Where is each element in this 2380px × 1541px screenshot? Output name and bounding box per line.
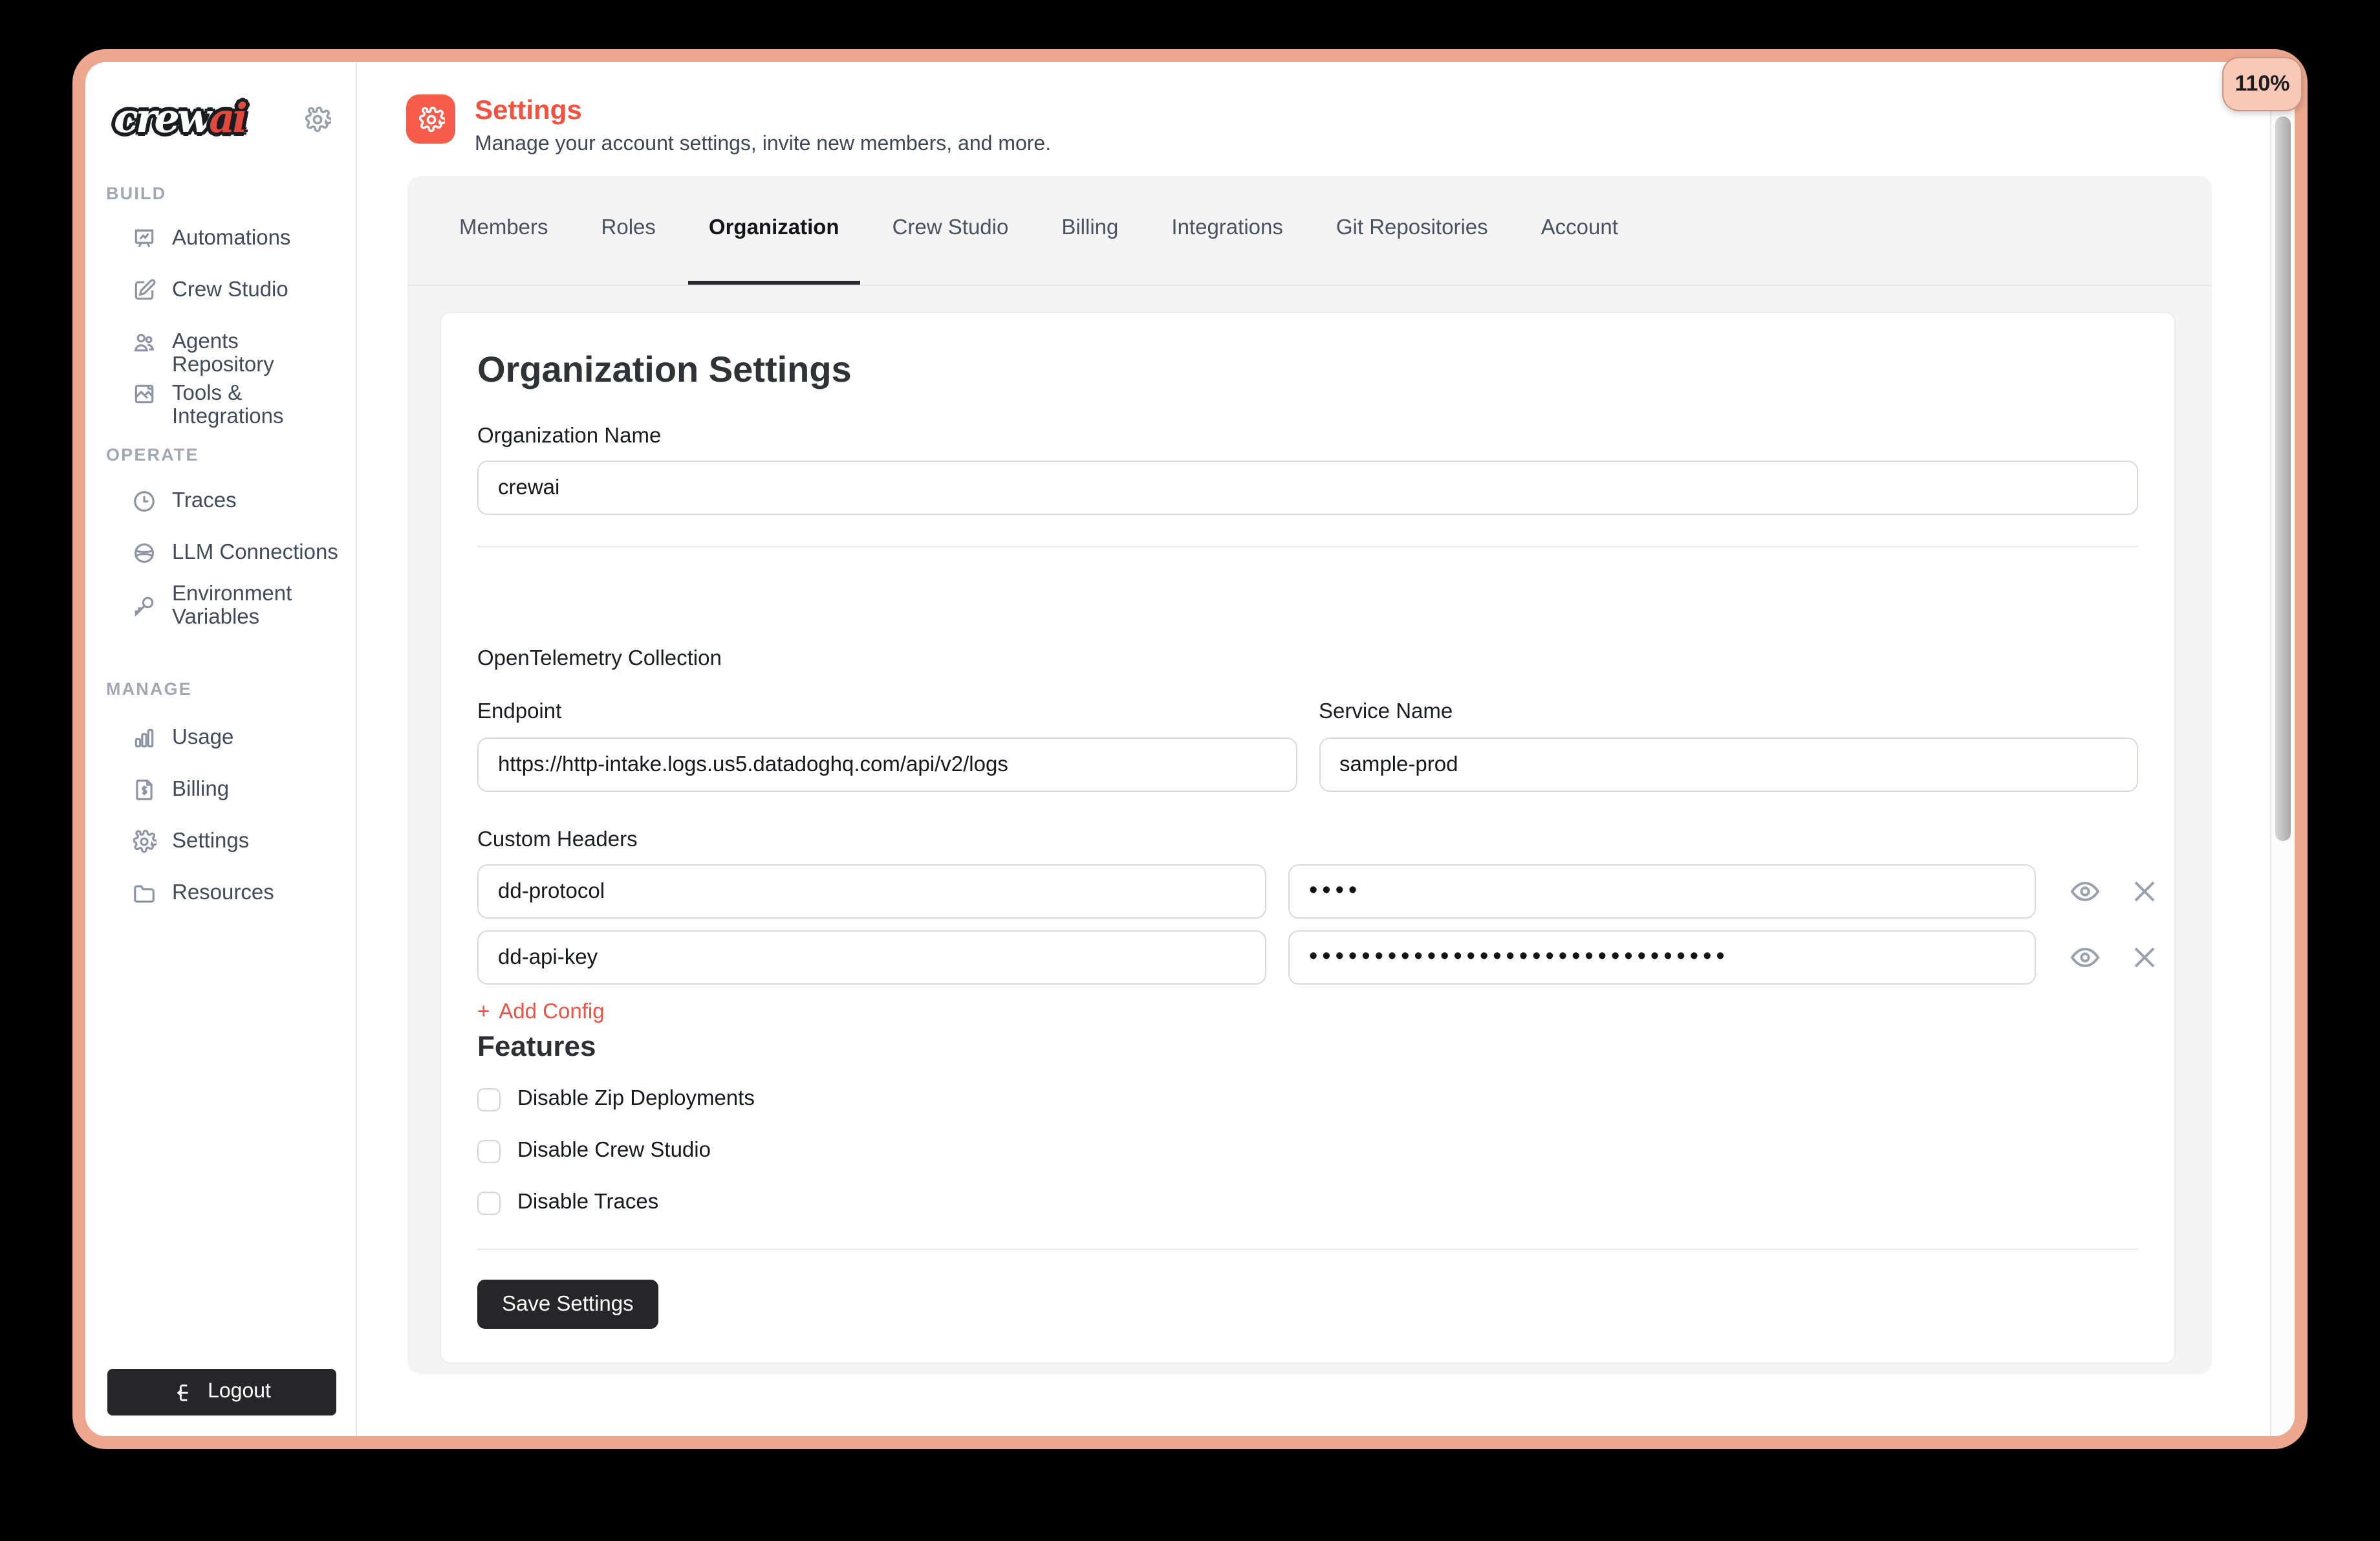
checkbox-label: Disable Zip Deployments [517, 1087, 755, 1111]
opentelemetry-label: OpenTelemetry Collection [477, 646, 2138, 672]
bar-chart-icon [132, 726, 157, 750]
edit-icon [132, 278, 157, 303]
sidebar-section-operate: OPERATE [106, 445, 199, 464]
gear-icon [132, 829, 157, 854]
add-config-button[interactable]: +Add Config [477, 1000, 605, 1025]
sidebar-item-automations[interactable]: Automations [132, 226, 341, 251]
tab-crew-studio[interactable]: Crew Studio [872, 176, 1030, 285]
sidebar-item-label: Crew Studio [172, 278, 288, 301]
sidebar-item-label: Traces [172, 489, 237, 512]
page-header: Settings Manage your account settings, i… [406, 94, 1051, 157]
organization-settings-card: Organization Settings Organization Name … [440, 312, 2176, 1364]
logout-button[interactable]: Logout [107, 1369, 336, 1415]
sidebar-item-label: Environment Variables [172, 582, 341, 629]
sidebar-item-llm-connections[interactable]: LLM Connections [132, 541, 341, 565]
organization-name-input[interactable] [477, 461, 2138, 515]
invoice-icon [132, 778, 157, 802]
checkbox[interactable] [477, 1139, 501, 1163]
image-icon [132, 382, 157, 406]
sidebar-item-label: Billing [172, 778, 229, 801]
header-key-input[interactable] [477, 930, 1266, 985]
header-value-input[interactable]: •••••••••••••••••••••••••••••••• [1288, 930, 2036, 985]
folder-icon [132, 881, 157, 906]
app-window: 110% crewai BUILD Automations Crew Studi… [72, 49, 2308, 1449]
eye-icon[interactable] [2070, 942, 2101, 973]
tab-integrations[interactable]: Integrations [1151, 176, 1303, 285]
tab-bar: Members Roles Organization Crew Studio B… [407, 176, 2212, 286]
clock-icon [132, 489, 157, 514]
settings-tile [406, 94, 455, 144]
header-key-input[interactable] [477, 864, 1266, 919]
endpoint-label: Endpoint [477, 699, 1297, 725]
custom-header-row: •••••••••••••••••••••••••••••••• [477, 930, 2138, 985]
feature-row-disable-traces[interactable]: Disable Traces [477, 1190, 2138, 1215]
tab-git-repositories[interactable]: Git Repositories [1315, 176, 1509, 285]
sidebar-item-agents-repository[interactable]: Agents Repository [132, 330, 341, 377]
sidebar-item-usage[interactable]: Usage [132, 726, 341, 750]
sidebar-item-label: Settings [172, 829, 249, 853]
sidebar-item-label: LLM Connections [172, 541, 338, 564]
crewai-logo[interactable]: crewai [114, 96, 245, 142]
sidebar-item-resources[interactable]: Resources [132, 881, 341, 906]
browser-zoom-badge: 110% [2222, 57, 2302, 111]
checkbox-label: Disable Crew Studio [517, 1139, 711, 1163]
sidebar-item-environment-variables[interactable]: Environment Variables [132, 582, 341, 629]
screen: 110% crewai BUILD Automations Crew Studi… [0, 0, 2380, 1541]
section-divider [477, 546, 2138, 547]
sidebar-item-traces[interactable]: Traces [132, 489, 341, 514]
logout-label: Logout [208, 1381, 271, 1404]
plus-icon: + [477, 1000, 490, 1025]
scrollbar-track[interactable] [2270, 62, 2295, 1436]
eye-icon[interactable] [2070, 876, 2101, 907]
feature-row-disable-zip[interactable]: Disable Zip Deployments [477, 1087, 2138, 1111]
sidebar-item-billing[interactable]: Billing [132, 778, 341, 802]
sidebar-item-label: Automations [172, 226, 290, 250]
features-title: Features [477, 1030, 2138, 1064]
checkbox[interactable] [477, 1191, 501, 1214]
sidebar-item-label: Usage [172, 726, 233, 749]
service-name-input[interactable] [1319, 738, 2138, 792]
save-settings-button[interactable]: Save Settings [477, 1280, 658, 1329]
sidebar-item-label: Agents Repository [172, 330, 341, 377]
footer-divider [477, 1249, 2138, 1250]
sphere-icon [132, 541, 157, 565]
organization-name-label: Organization Name [477, 423, 2138, 449]
settings-panel: Members Roles Organization Crew Studio B… [407, 176, 2212, 1374]
custom-header-row: •••• [477, 864, 2138, 919]
presentation-chart-icon [132, 226, 157, 251]
logout-icon [173, 1381, 195, 1403]
gear-icon [417, 105, 444, 133]
tab-members[interactable]: Members [438, 176, 569, 285]
sidebar: crewai BUILD Automations Crew Studio Age… [85, 62, 357, 1436]
checkbox-label: Disable Traces [517, 1190, 658, 1215]
sidebar-item-label: Resources [172, 881, 274, 904]
sidebar-item-settings[interactable]: Settings [132, 829, 341, 854]
users-icon [132, 330, 157, 355]
key-icon [132, 594, 157, 618]
header-value-input[interactable]: •••• [1288, 864, 2036, 919]
endpoint-input[interactable] [477, 738, 1297, 792]
page-subtitle: Manage your account settings, invite new… [475, 133, 1051, 157]
checkbox[interactable] [477, 1087, 501, 1111]
custom-headers-label: Custom Headers [477, 827, 2138, 853]
page-title: Settings [475, 96, 1051, 127]
gear-icon[interactable] [304, 105, 331, 133]
sidebar-section-manage: MANAGE [106, 679, 192, 699]
scrollbar-thumb[interactable] [2275, 116, 2291, 841]
tab-account[interactable]: Account [1520, 176, 1639, 285]
close-icon[interactable] [2129, 942, 2160, 973]
tab-billing[interactable]: Billing [1041, 176, 1139, 285]
sidebar-item-crew-studio[interactable]: Crew Studio [132, 278, 341, 303]
sidebar-item-tools-integrations[interactable]: Tools & Integrations [132, 382, 341, 428]
service-name-label: Service Name [1319, 699, 2138, 725]
tab-organization[interactable]: Organization [688, 176, 860, 285]
tab-roles[interactable]: Roles [581, 176, 676, 285]
card-title: Organization Settings [477, 348, 2138, 392]
sidebar-item-label: Tools & Integrations [172, 382, 341, 428]
feature-row-disable-crew-studio[interactable]: Disable Crew Studio [477, 1139, 2138, 1163]
sidebar-section-build: BUILD [106, 184, 166, 203]
close-icon[interactable] [2129, 876, 2160, 907]
